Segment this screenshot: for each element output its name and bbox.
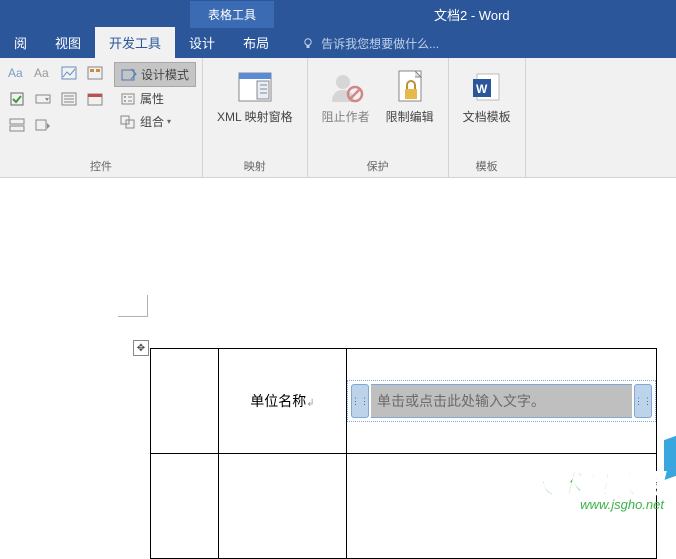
block-authors-icon (328, 70, 364, 104)
control-checkbox-icon[interactable] (6, 88, 28, 110)
group-label-mapping: 映射 (209, 156, 301, 175)
group-protect: 阻止作者 限制编辑 保护 (308, 58, 449, 177)
content-control[interactable]: ⋮⋮ 单击或点击此处输入文字。 ⋮⋮ (347, 380, 656, 422)
control-picture-icon[interactable] (58, 62, 80, 84)
content-control-handle-right[interactable]: ⋮⋮ (634, 384, 652, 418)
tab-design[interactable]: 设计 (175, 27, 229, 58)
tell-me-search[interactable]: 告诉我您想要做什么... (301, 35, 439, 58)
control-combobox-icon[interactable] (32, 88, 54, 110)
lightbulb-icon (301, 37, 315, 51)
svg-text:Aa: Aa (34, 66, 49, 80)
table-cell[interactable] (219, 454, 347, 559)
restrict-editing-button[interactable]: 限制编辑 (378, 62, 442, 156)
control-dropdown-icon[interactable] (58, 88, 80, 110)
document-template-button[interactable]: W 文档模板 (455, 62, 519, 156)
word-template-icon: W (471, 71, 503, 103)
contextual-tab-label: 表格工具 (190, 1, 274, 28)
content-control-body[interactable]: 单击或点击此处输入文字。 (371, 384, 632, 418)
group-button[interactable]: 组合 ▾ (114, 110, 196, 133)
table-row: 单位名称↲ ⋮⋮ 单击或点击此处输入文字。 ⋮⋮ (151, 349, 657, 454)
document-table[interactable]: 单位名称↲ ⋮⋮ 单击或点击此处输入文字。 ⋮⋮ (150, 348, 657, 559)
group-icon (120, 115, 136, 129)
table-cell[interactable] (151, 454, 219, 559)
chevron-down-icon: ▾ (167, 117, 171, 126)
title-bar: 表格工具 文档2 - Word (0, 0, 676, 28)
design-mode-button[interactable]: 设计模式 (114, 62, 196, 87)
tab-view[interactable]: 视图 (41, 27, 95, 58)
ribbon: Aa Aa 设计模式 属性 (0, 58, 676, 178)
table-cell-control[interactable]: ⋮⋮ 单击或点击此处输入文字。 ⋮⋮ (347, 349, 657, 454)
xml-mapping-button[interactable]: XML 映射窗格 (209, 62, 301, 156)
page-corner (118, 295, 148, 317)
control-plaintext-icon[interactable]: Aa (32, 62, 54, 84)
xml-pane-icon (235, 69, 275, 105)
group-templates: W 文档模板 模板 (449, 58, 526, 177)
table-cell-label[interactable]: 单位名称↲ (219, 349, 347, 454)
group-label-protect: 保护 (314, 156, 442, 175)
watermark-text: 技术员联盟 (529, 464, 664, 501)
control-datepicker-icon[interactable] (84, 88, 106, 110)
tab-layout[interactable]: 布局 (229, 27, 283, 58)
properties-icon (120, 92, 136, 106)
ribbon-tabs: 阅 视图 开发工具 设计 布局 告诉我您想要做什么... (0, 28, 676, 58)
table-cell[interactable] (151, 349, 219, 454)
svg-text:W: W (476, 82, 488, 96)
controls-gallery: Aa Aa (6, 62, 106, 156)
control-richtext-icon[interactable]: Aa (6, 62, 28, 84)
svg-text:Aa: Aa (8, 66, 23, 80)
group-controls: Aa Aa 设计模式 属性 (0, 58, 203, 177)
group-label-templates: 模板 (455, 156, 519, 175)
restrict-editing-icon (395, 69, 425, 105)
control-buildingblock-icon[interactable] (84, 62, 106, 84)
control-repeating-icon[interactable] (6, 114, 28, 136)
group-mapping: XML 映射窗格 映射 (203, 58, 308, 177)
content-control-handle-left[interactable]: ⋮⋮ (351, 384, 369, 418)
tab-developer[interactable]: 开发工具 (95, 27, 175, 58)
table-move-handle[interactable]: ✥ (133, 340, 149, 356)
control-legacy-icon[interactable] (32, 114, 54, 136)
document-title: 文档2 - Word (434, 5, 510, 24)
content-control-placeholder: 单击或点击此处输入文字。 (371, 391, 551, 411)
tab-review[interactable]: 阅 (0, 27, 41, 58)
group-label-controls: 控件 (6, 156, 196, 175)
watermark-decoration (664, 436, 676, 480)
design-mode-icon (121, 68, 137, 82)
block-authors-button[interactable]: 阻止作者 (314, 62, 378, 156)
watermark: 技术员联盟 www.jsgho.net (529, 464, 664, 512)
properties-button[interactable]: 属性 (114, 87, 196, 110)
